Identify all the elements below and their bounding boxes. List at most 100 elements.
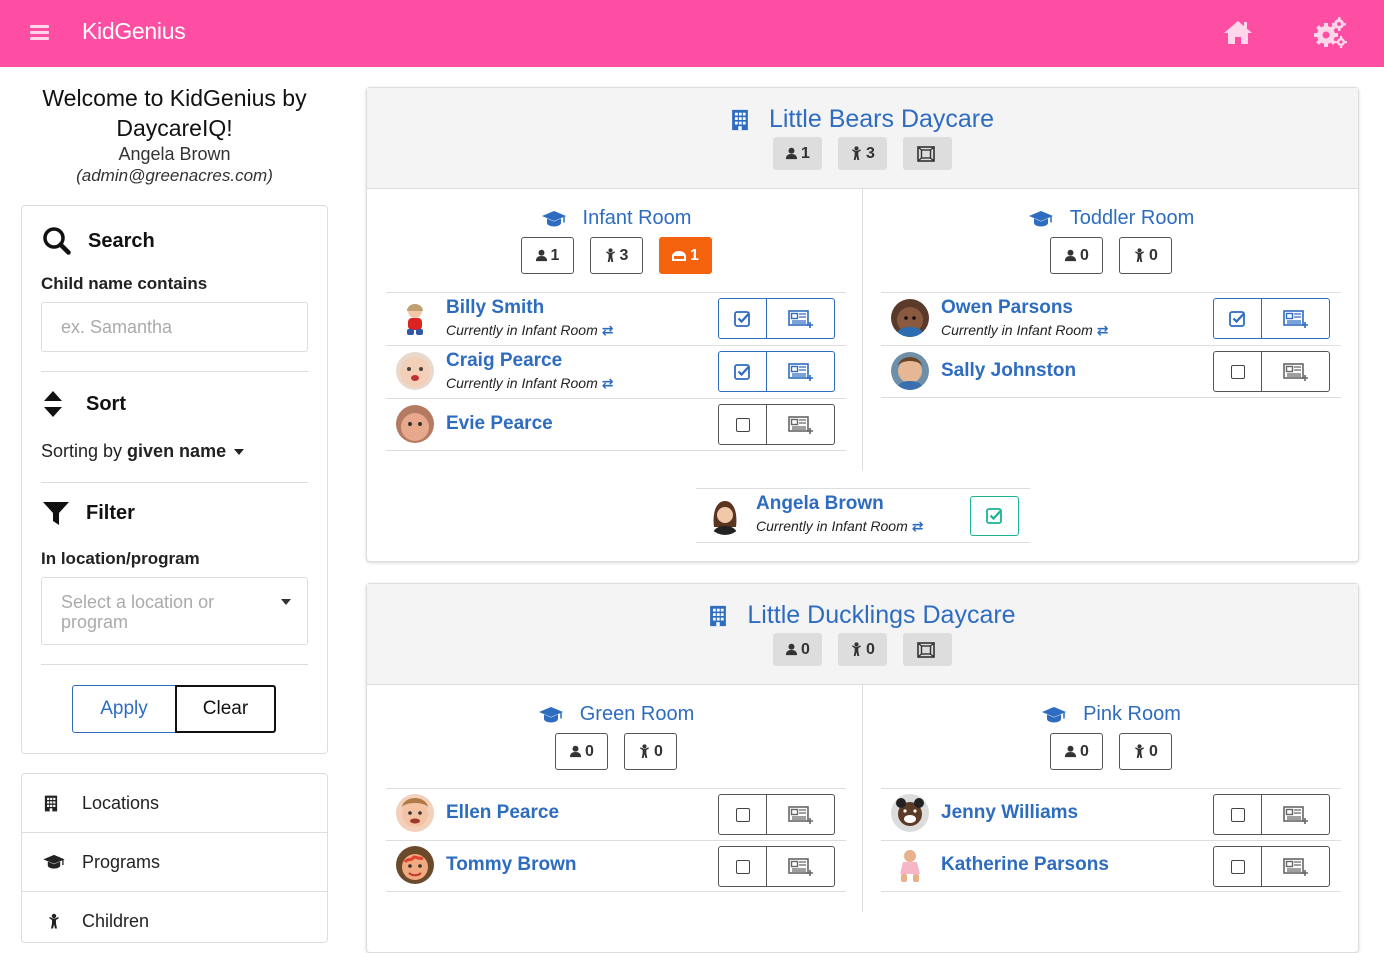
child-count-badge[interactable]: 0 bbox=[1119, 237, 1172, 274]
staff-count-badge[interactable]: 0 bbox=[1050, 237, 1103, 274]
daycare-name[interactable]: Little Bears Daycare bbox=[769, 105, 994, 134]
building-icon bbox=[709, 604, 727, 628]
transfer-icon[interactable]: ⇄ bbox=[602, 322, 614, 338]
add-report-button[interactable] bbox=[767, 351, 835, 392]
filter-label: In location/program bbox=[41, 549, 200, 568]
search-input[interactable]: ex. Samantha bbox=[41, 302, 308, 352]
daycare-badges: 0 0 bbox=[367, 633, 1358, 666]
gear-icon[interactable] bbox=[1312, 16, 1348, 50]
apply-button[interactable]: Apply bbox=[72, 685, 176, 733]
sort-icon bbox=[44, 391, 62, 417]
child-name[interactable]: Sally Johnston bbox=[941, 360, 1076, 382]
alert-count-badge[interactable]: 1 bbox=[658, 237, 712, 274]
add-report-button[interactable] bbox=[1262, 298, 1330, 339]
clear-button[interactable]: Clear bbox=[175, 685, 276, 733]
staff-count-badge[interactable]: 0 bbox=[773, 633, 822, 666]
staff-count-badge[interactable]: 1 bbox=[773, 137, 822, 170]
filter-icon bbox=[43, 502, 69, 525]
checkin-toggle[interactable] bbox=[718, 846, 767, 887]
checkin-toggle[interactable] bbox=[1213, 794, 1262, 835]
checkin-toggle[interactable] bbox=[718, 794, 767, 835]
child-name[interactable]: Billy Smith bbox=[446, 297, 544, 319]
child-actions bbox=[718, 794, 835, 835]
staff-count: 0 bbox=[801, 640, 810, 658]
child-avatar bbox=[396, 794, 434, 832]
app-title[interactable]: KidGenius bbox=[82, 18, 186, 45]
home-icon[interactable] bbox=[1223, 19, 1253, 45]
staff-count: 0 bbox=[585, 742, 594, 760]
checkin-toggle[interactable] bbox=[1213, 846, 1262, 887]
nav-item-children[interactable]: Children bbox=[22, 892, 327, 951]
child-name[interactable]: Tommy Brown bbox=[446, 854, 577, 876]
user-email: (admin@greenacres.com) bbox=[76, 166, 273, 185]
room-name[interactable]: Infant Room bbox=[583, 207, 692, 230]
transfer-icon[interactable]: ⇄ bbox=[912, 518, 924, 534]
add-report-button[interactable] bbox=[767, 404, 835, 445]
nav-item-programs[interactable]: Programs bbox=[22, 833, 327, 892]
checkin-toggle[interactable] bbox=[718, 298, 767, 339]
child-avatar bbox=[396, 846, 434, 884]
child-name[interactable]: Ellen Pearce bbox=[446, 802, 559, 824]
status-text: Currently in Infant Room bbox=[446, 322, 598, 338]
staff-checkin-toggle[interactable] bbox=[970, 496, 1019, 536]
child-row: Ellen Pearce bbox=[386, 788, 846, 840]
child-count-badge[interactable]: 0 bbox=[1119, 733, 1172, 770]
child-name[interactable]: Jenny Williams bbox=[941, 802, 1078, 824]
staff-count-badge[interactable]: 1 bbox=[520, 237, 574, 274]
add-report-button[interactable] bbox=[1262, 351, 1330, 392]
child-name[interactable]: Owen Parsons bbox=[941, 297, 1073, 319]
location-program-select[interactable]: Select a location or program bbox=[41, 577, 308, 645]
child-count-badge[interactable]: 3 bbox=[589, 237, 643, 274]
alert-count: 1 bbox=[690, 246, 699, 264]
child-actions bbox=[718, 298, 835, 339]
newspaper-plus-icon bbox=[788, 416, 814, 434]
staff-avatar bbox=[706, 497, 744, 535]
daycare-title: Little Bears Daycare bbox=[367, 105, 1358, 134]
staff-count-badge[interactable]: 0 bbox=[555, 733, 608, 770]
staff-status: Currently in Infant Room ⇄ bbox=[756, 518, 923, 535]
checkin-toggle[interactable] bbox=[1213, 351, 1262, 392]
child-actions bbox=[718, 404, 835, 445]
add-report-button[interactable] bbox=[767, 846, 835, 887]
add-report-button[interactable] bbox=[1262, 846, 1330, 887]
add-report-button[interactable] bbox=[1262, 794, 1330, 835]
hamburger-menu-icon[interactable] bbox=[30, 25, 49, 41]
room-name[interactable]: Pink Room bbox=[1083, 703, 1181, 726]
user-name: Angela Brown bbox=[118, 144, 231, 164]
child-name[interactable]: Evie Pearce bbox=[446, 413, 553, 435]
child-row: Jenny Williams bbox=[881, 788, 1341, 840]
add-report-button[interactable] bbox=[767, 298, 835, 339]
child-avatar bbox=[891, 846, 929, 884]
room-badges: 0 0 bbox=[386, 733, 846, 770]
child-name[interactable]: Katherine Parsons bbox=[941, 854, 1109, 876]
daycare-name[interactable]: Little Ducklings Daycare bbox=[747, 601, 1015, 630]
staff-name[interactable]: Angela Brown bbox=[756, 493, 884, 515]
room-divider bbox=[862, 189, 863, 470]
unchecked-box-icon bbox=[1230, 807, 1245, 822]
checkin-toggle[interactable] bbox=[1213, 298, 1262, 339]
child-count-badge[interactable]: 3 bbox=[838, 137, 887, 170]
expand-badge[interactable] bbox=[903, 137, 952, 170]
search-sort-filter-panel: Search Child name contains ex. Samantha … bbox=[21, 205, 328, 754]
sort-dropdown[interactable]: Sorting by given name bbox=[41, 441, 245, 462]
expand-badge[interactable] bbox=[903, 633, 952, 666]
child-name[interactable]: Craig Pearce bbox=[446, 350, 562, 372]
child-count-badge[interactable]: 0 bbox=[624, 733, 677, 770]
child-actions bbox=[1213, 794, 1330, 835]
checkin-toggle[interactable] bbox=[718, 404, 767, 445]
graduation-cap-icon bbox=[1028, 210, 1054, 228]
nav-item-locations[interactable]: Locations bbox=[22, 774, 327, 833]
room-name[interactable]: Green Room bbox=[580, 703, 695, 726]
add-report-button[interactable] bbox=[767, 794, 835, 835]
transfer-icon[interactable]: ⇄ bbox=[602, 375, 614, 391]
child-avatar bbox=[396, 405, 434, 443]
nav-label: Children bbox=[82, 911, 150, 931]
room-name[interactable]: Toddler Room bbox=[1070, 207, 1195, 230]
child-count-badge[interactable]: 0 bbox=[838, 633, 887, 666]
checkin-toggle[interactable] bbox=[718, 351, 767, 392]
unchecked-box-icon bbox=[735, 859, 750, 874]
divider bbox=[41, 664, 308, 665]
staff-count-badge[interactable]: 0 bbox=[1050, 733, 1103, 770]
transfer-icon[interactable]: ⇄ bbox=[1097, 322, 1109, 338]
child-row: Craig Pearce Currently in Infant Room ⇄ bbox=[386, 345, 846, 398]
